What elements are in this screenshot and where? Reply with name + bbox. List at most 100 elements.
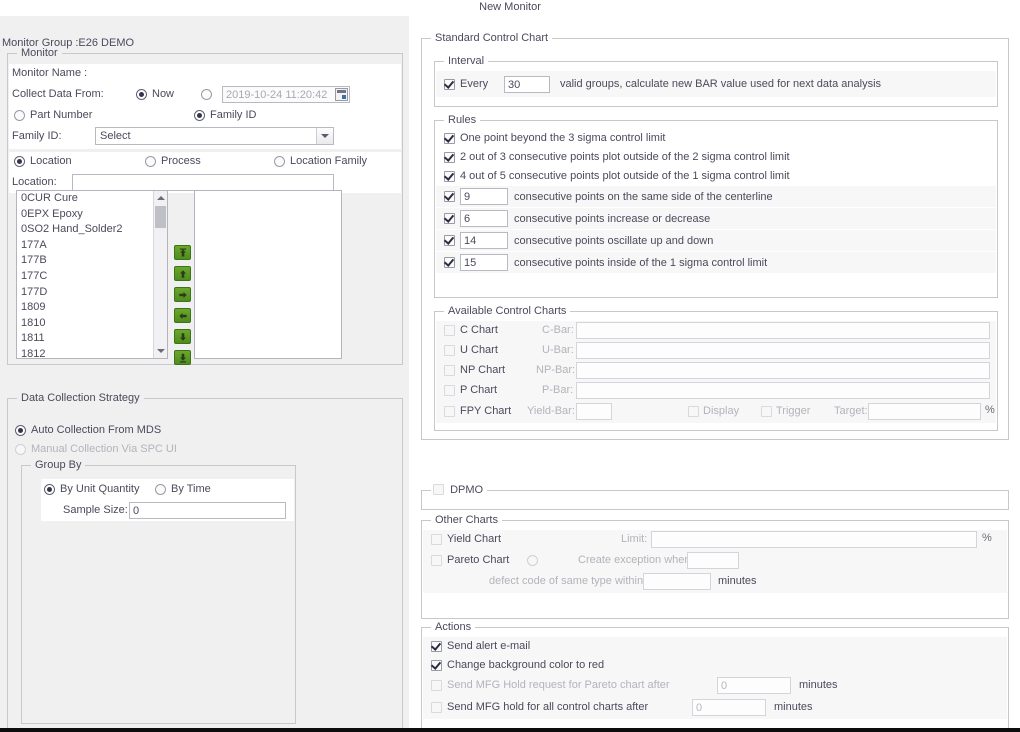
yield-chart-checkbox[interactable] bbox=[431, 534, 442, 545]
by-time-radio[interactable] bbox=[155, 484, 166, 495]
location-family-radio-label: Location Family bbox=[290, 155, 368, 167]
yield-bar-input[interactable] bbox=[576, 403, 612, 420]
selected-items-list[interactable] bbox=[195, 191, 341, 358]
interval-every-input[interactable] bbox=[504, 76, 550, 93]
rule-numeric-input-1[interactable] bbox=[460, 210, 508, 227]
rule-numeric-checkbox-0[interactable] bbox=[444, 191, 455, 202]
family-id-select[interactable]: Select bbox=[95, 127, 334, 145]
scroll-down-icon[interactable] bbox=[154, 345, 167, 358]
calendar-icon[interactable] bbox=[335, 88, 348, 101]
rule-checkbox-2[interactable] bbox=[444, 171, 455, 182]
part-number-label: Part Number bbox=[30, 109, 93, 121]
available-items-listbox[interactable]: 0CUR Cure 0EPX Epoxy 0SO2 Hand_Solder2 177A… bbox=[16, 190, 168, 359]
u-bar-input[interactable] bbox=[576, 342, 990, 359]
rule-checkbox-1[interactable] bbox=[444, 152, 455, 163]
rule-numeric-input-3[interactable] bbox=[460, 254, 508, 271]
available-list-scrollbar[interactable] bbox=[153, 191, 167, 358]
list-item[interactable]: 177A bbox=[17, 238, 153, 254]
move-up-button[interactable] bbox=[174, 266, 191, 281]
np-chart-checkbox[interactable] bbox=[444, 365, 455, 376]
rule-numeric-checkbox-3[interactable] bbox=[444, 257, 455, 268]
yield-chart-row: Yield Chart Limit: % bbox=[423, 530, 1007, 550]
process-radio[interactable] bbox=[145, 156, 156, 167]
scrollbar-thumb[interactable] bbox=[155, 206, 166, 228]
fpy-chart-checkbox[interactable] bbox=[444, 406, 455, 417]
scroll-up-icon[interactable] bbox=[154, 191, 167, 204]
c-chart-label: C Chart bbox=[460, 324, 498, 336]
rule-numeric-checkbox-2[interactable] bbox=[444, 235, 455, 246]
location-input[interactable] bbox=[72, 174, 334, 191]
monitor-groupbox: Monitor Monitor Name : Collect Data From… bbox=[7, 47, 403, 365]
c-chart-checkbox[interactable] bbox=[444, 325, 455, 336]
rule-numeric-checkbox-1[interactable] bbox=[444, 213, 455, 224]
list-item[interactable]: 0SO2 Hand_Solder2 bbox=[17, 222, 153, 238]
sample-size-input[interactable] bbox=[129, 502, 286, 519]
list-item[interactable]: 0EPX Epoxy bbox=[17, 207, 153, 223]
p-chart-checkbox[interactable] bbox=[444, 385, 455, 396]
list-item[interactable]: 0CUR Cure bbox=[17, 191, 153, 207]
rule-numeric-label-2: consecutive points oscillate up and down bbox=[514, 235, 714, 247]
location-family-radio[interactable] bbox=[274, 156, 285, 167]
mfg-hold-pareto-checkbox[interactable] bbox=[431, 680, 442, 691]
pareto-defect-input[interactable] bbox=[643, 573, 711, 590]
move-down-button[interactable] bbox=[174, 329, 191, 344]
dpmo-checkbox[interactable] bbox=[433, 484, 444, 495]
rule-numeric-input-0[interactable] bbox=[460, 188, 508, 205]
other-charts-legend: Other Charts bbox=[431, 514, 502, 526]
np-bar-input[interactable] bbox=[576, 362, 990, 379]
u-bar-label: U-Bar: bbox=[542, 344, 574, 356]
available-items-list[interactable]: 0CUR Cure 0EPX Epoxy 0SO2 Hand_Solder2 177A… bbox=[17, 191, 153, 358]
rule-row-simple-1: 2 out of 3 consecutive points plot outsi… bbox=[436, 148, 996, 166]
mfg-hold-all-minutes-label: minutes bbox=[774, 701, 813, 713]
list-item[interactable]: 1812 bbox=[17, 347, 153, 358]
rule-numeric-label-0: consecutive points on the same side of t… bbox=[514, 191, 773, 203]
fpy-trigger-checkbox[interactable] bbox=[761, 406, 772, 417]
move-right-button[interactable] bbox=[174, 287, 191, 302]
change-background-checkbox[interactable] bbox=[431, 660, 442, 671]
list-item[interactable]: 1810 bbox=[17, 316, 153, 332]
collect-data-from-row: Collect Data From: Now bbox=[9, 83, 401, 105]
auto-collection-radio[interactable] bbox=[15, 425, 26, 436]
interval-every-checkbox[interactable] bbox=[444, 79, 455, 90]
pareto-chart-checkbox[interactable] bbox=[431, 555, 442, 566]
yield-limit-input[interactable] bbox=[651, 531, 977, 548]
rule-label-2: 4 out of 5 consecutive points plot outsi… bbox=[460, 170, 790, 182]
move-all-up-button[interactable] bbox=[174, 245, 191, 260]
yield-bar-label: Yield-Bar: bbox=[527, 405, 575, 417]
p-bar-input[interactable] bbox=[576, 382, 990, 399]
list-item[interactable]: 1811 bbox=[17, 331, 153, 347]
list-item[interactable]: 177B bbox=[17, 253, 153, 269]
auto-collection-label: Auto Collection From MDS bbox=[31, 424, 162, 436]
pareto-exception-radio[interactable] bbox=[527, 555, 538, 566]
manual-collection-radio[interactable] bbox=[15, 444, 26, 455]
move-all-down-button[interactable] bbox=[174, 350, 191, 365]
mfg-hold-pareto-input[interactable] bbox=[717, 677, 791, 694]
rule-checkbox-0[interactable] bbox=[444, 133, 455, 144]
family-id-radio[interactable] bbox=[194, 110, 205, 121]
collect-now-label: Now bbox=[152, 88, 175, 100]
u-chart-checkbox[interactable] bbox=[444, 345, 455, 356]
move-left-button[interactable] bbox=[174, 308, 191, 323]
mfg-hold-all-checkbox[interactable] bbox=[431, 702, 442, 713]
mfg-hold-pareto-label: Send MFG Hold request for Pareto chart a… bbox=[447, 679, 670, 691]
mfg-hold-all-input[interactable] bbox=[692, 699, 766, 716]
change-background-label: Change background color to red bbox=[447, 659, 605, 671]
chevron-down-icon[interactable] bbox=[316, 128, 333, 144]
selected-items-listbox[interactable] bbox=[194, 190, 342, 359]
fpy-target-input[interactable] bbox=[868, 403, 981, 420]
rule-numeric-input-2[interactable] bbox=[460, 232, 508, 249]
part-number-radio[interactable] bbox=[14, 110, 25, 121]
collect-datetime-radio[interactable] bbox=[201, 89, 212, 100]
by-unit-quantity-radio[interactable] bbox=[44, 484, 55, 495]
list-item[interactable]: 1809 bbox=[17, 300, 153, 316]
pareto-exception-input[interactable] bbox=[687, 552, 739, 569]
collect-now-radio[interactable] bbox=[136, 89, 147, 100]
location-radio[interactable] bbox=[14, 156, 25, 167]
list-item[interactable]: 177D bbox=[17, 285, 153, 301]
fpy-display-checkbox[interactable] bbox=[688, 406, 699, 417]
collect-datetime-input[interactable] bbox=[222, 86, 350, 103]
list-item[interactable]: 177C bbox=[17, 269, 153, 285]
c-bar-input[interactable] bbox=[576, 322, 990, 339]
send-alert-checkbox[interactable] bbox=[431, 641, 442, 652]
process-radio-label: Process bbox=[161, 155, 201, 167]
